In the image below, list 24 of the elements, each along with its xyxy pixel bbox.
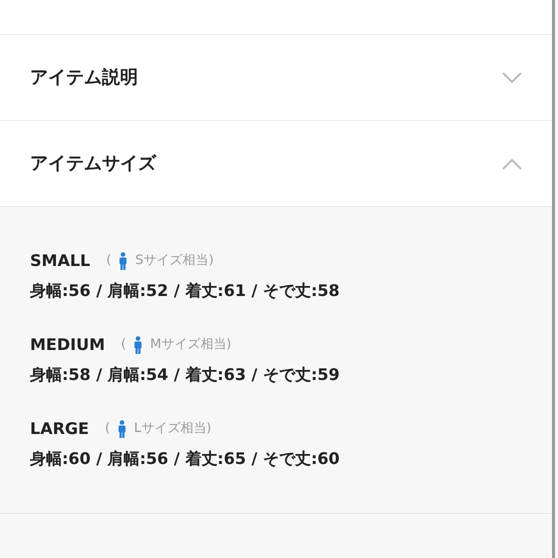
paren: (	[104, 420, 110, 438]
paren: )	[226, 336, 232, 354]
size-equivalent-note: Sサイズ相当	[135, 252, 209, 270]
chevron-down-icon	[502, 72, 522, 84]
size-name: LARGE	[30, 418, 89, 440]
chevron-up-icon	[502, 158, 522, 170]
size-name: SMALL	[30, 250, 90, 272]
person-icon	[119, 252, 128, 270]
size-equivalent-note: Lサイズ相当	[134, 420, 206, 438]
size-name: MEDIUM	[30, 334, 105, 356]
person-icon	[134, 336, 142, 354]
measurements-text: 身幅:56 / 肩幅:52 / 着丈:61 / そで丈:58	[30, 280, 341, 302]
size-equivalent-note: Mサイズ相当	[150, 336, 226, 354]
person-icon	[118, 420, 126, 438]
measurements-text: 身幅:60 / 肩幅:56 / 着丈:65 / そで丈:60	[30, 448, 341, 470]
paren: (	[121, 336, 126, 354]
paren: (	[106, 252, 112, 270]
section-title: アイテムサイズ	[30, 152, 156, 176]
section-title: アイテム説明	[30, 66, 138, 90]
accordion-header[interactable]: アイテム説明	[0, 35, 552, 121]
accordion-header[interactable]: アイテムサイズ	[0, 121, 552, 207]
paren: )	[206, 420, 212, 438]
paren: )	[208, 252, 214, 270]
measurements-text: 身幅:58 / 肩幅:54 / 着丈:63 / そで丈:59	[30, 364, 341, 386]
